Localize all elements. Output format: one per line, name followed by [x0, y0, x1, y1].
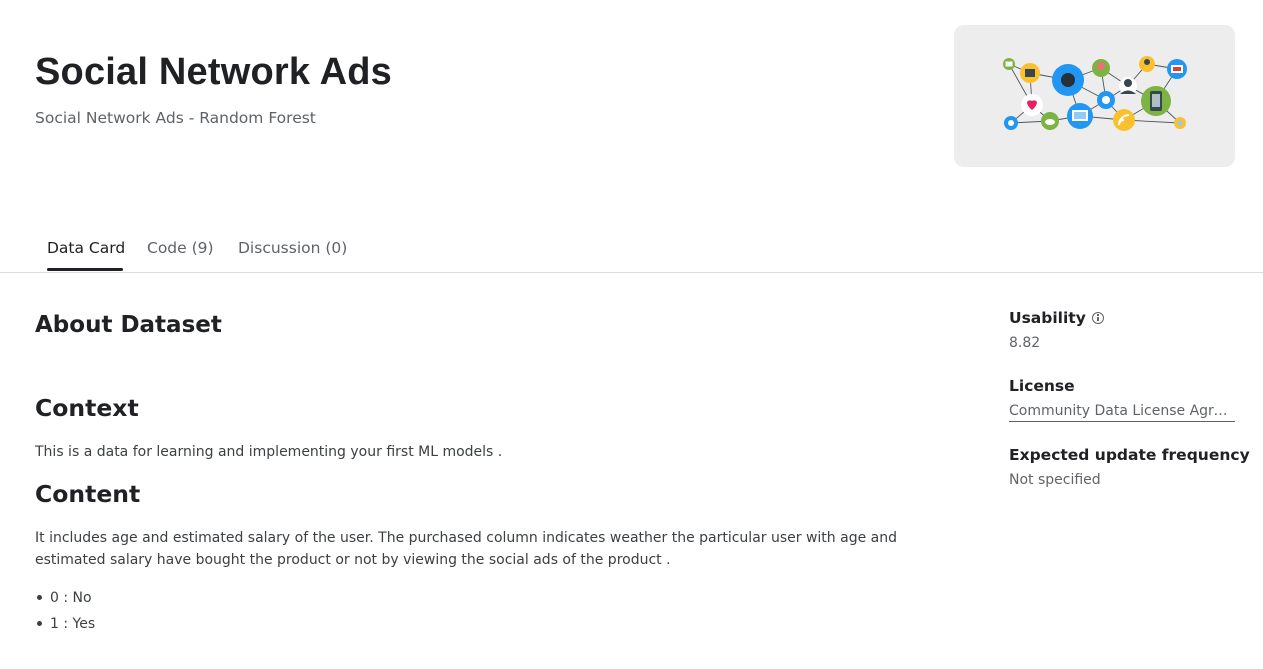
usability-label: Usability — [1009, 308, 1104, 328]
list-item: 0 : No — [35, 588, 92, 608]
content-heading: Content — [35, 480, 141, 508]
tab-code[interactable]: Code (9) — [147, 238, 214, 258]
list-item: 1 : Yes — [35, 614, 95, 634]
active-tab-indicator — [47, 268, 123, 271]
dataset-thumbnail-image — [954, 25, 1235, 167]
usability-score: 8.82 — [1009, 335, 1041, 351]
license-label: License — [1009, 377, 1075, 395]
tab-data-card[interactable]: Data Card — [47, 238, 125, 258]
content-text: It includes age and estimated salary of … — [35, 530, 897, 568]
page-subtitle: Social Network Ads - Random Forest — [35, 109, 316, 127]
social-network-illustration — [1003, 56, 1187, 131]
update-frequency-value: Not specified — [1009, 472, 1101, 488]
info-circle-icon[interactable] — [1091, 311, 1104, 324]
tab-discussion[interactable]: Discussion (0) — [238, 238, 347, 258]
license-link[interactable]: Community Data License Agreement – Shari… — [1009, 401, 1235, 422]
update-frequency-label: Expected update frequency — [1009, 446, 1250, 464]
about-dataset-heading: About Dataset — [35, 312, 222, 338]
page-title: Social Network Ads — [35, 51, 392, 93]
bullet-icon — [37, 620, 42, 626]
context-text: This is a data for learning and implemen… — [35, 444, 503, 460]
bullet-icon — [37, 594, 42, 600]
context-heading: Context — [35, 394, 139, 422]
tab-bar: Data Card Code (9) Discussion (0) — [0, 228, 1263, 273]
